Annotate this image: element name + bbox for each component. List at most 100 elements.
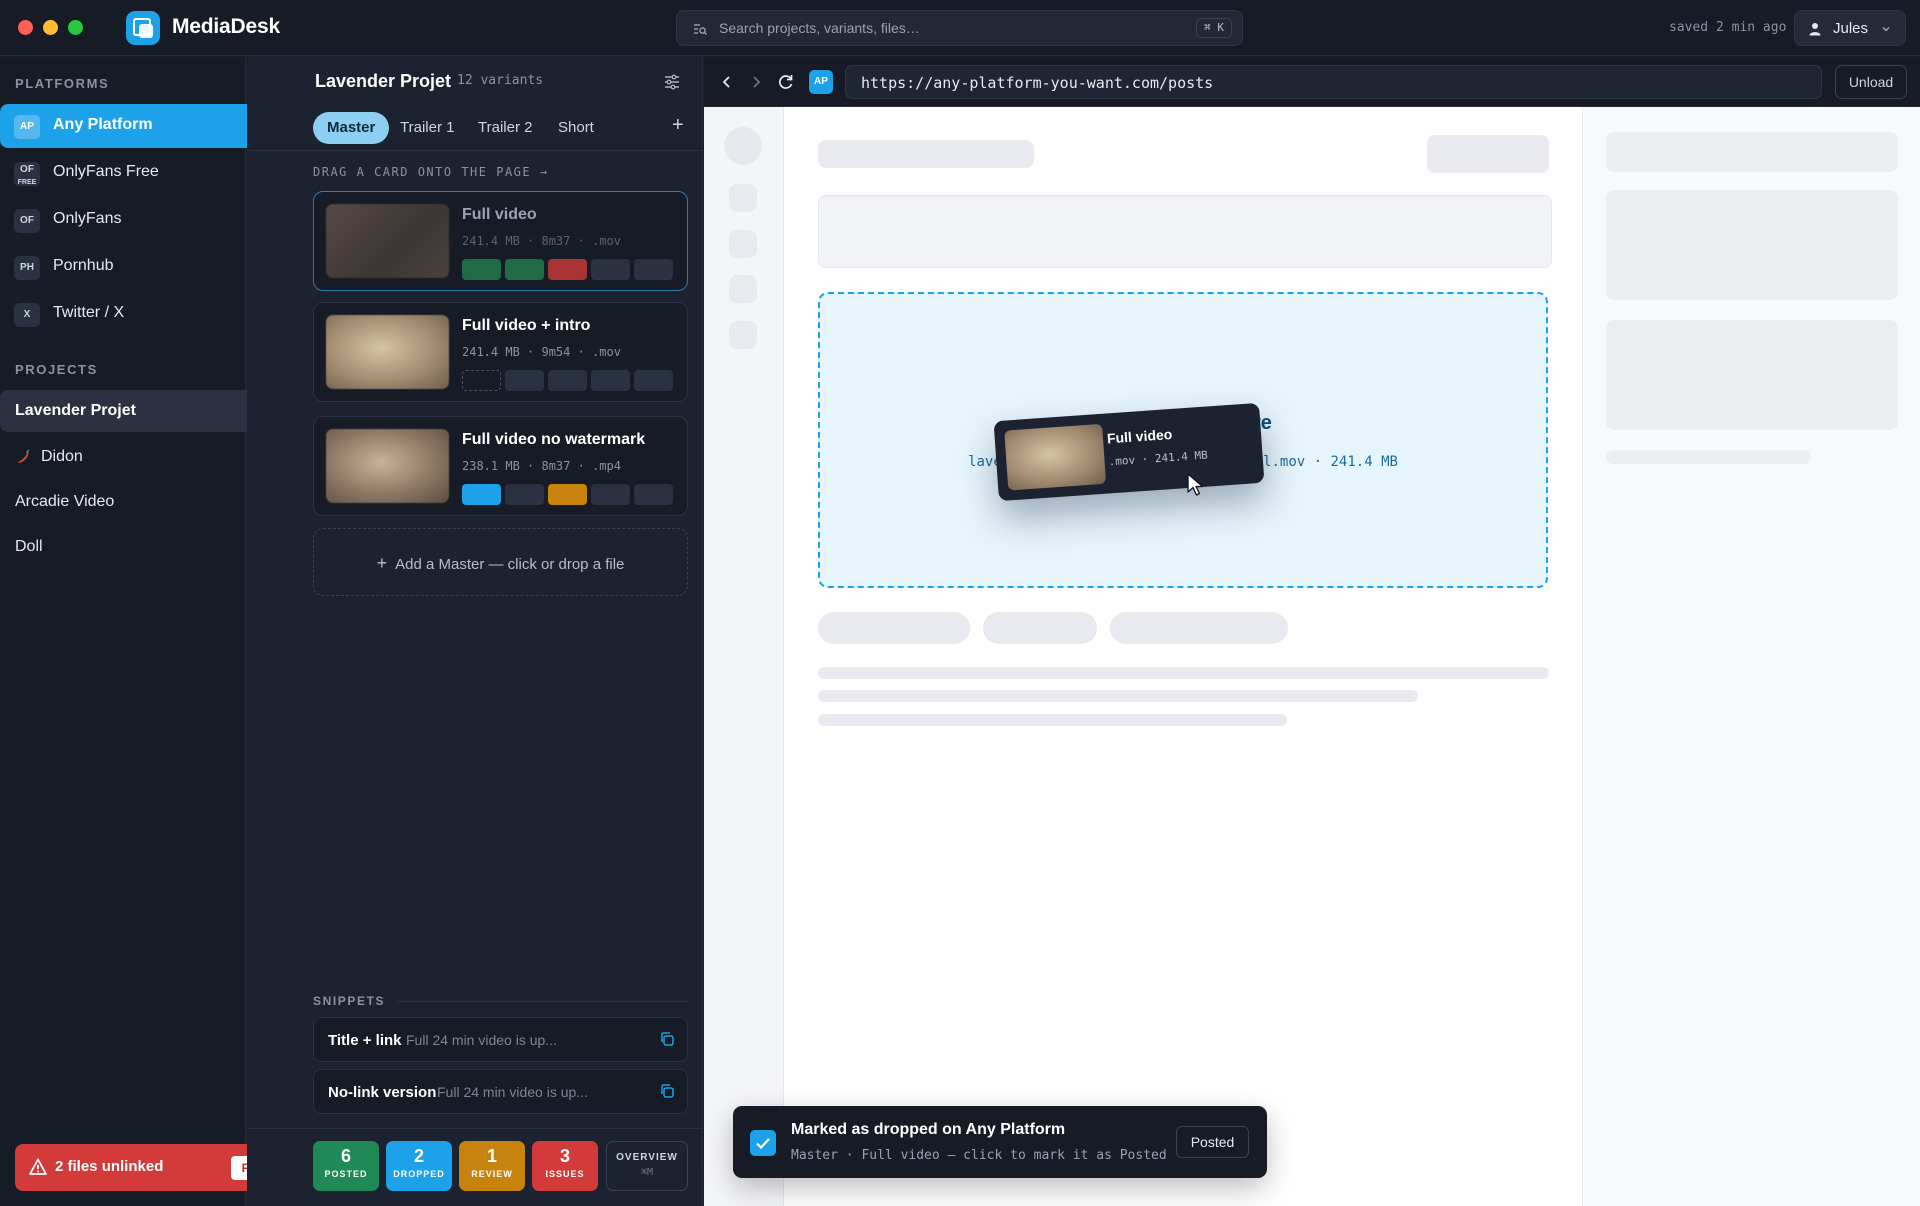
skeleton-line: [818, 690, 1418, 702]
user-menu-button[interactable]: Jules: [1794, 10, 1906, 46]
skeleton-line: [818, 667, 1549, 679]
status-chip[interactable]: [634, 259, 673, 280]
status-chip[interactable]: [462, 370, 501, 391]
search-bar[interactable]: ⌘ K: [676, 10, 1243, 46]
skeleton-block: [1606, 320, 1898, 430]
copy-icon[interactable]: [659, 1031, 675, 1047]
status-chip[interactable]: [462, 259, 501, 280]
video-thumbnail: [326, 315, 449, 389]
url-bar[interactable]: https://any-platform-you-want.com/posts: [845, 65, 1822, 99]
card-title: Full video: [462, 206, 537, 223]
tab-trailer-2[interactable]: Trailer 2: [464, 112, 546, 144]
snippet-title-link[interactable]: Title + link Full 24 min video is up...: [313, 1017, 688, 1062]
status-chip[interactable]: [548, 370, 587, 391]
maximize-window-button[interactable]: [68, 20, 83, 35]
status-chip[interactable]: [505, 370, 544, 391]
tab-short[interactable]: Short: [544, 112, 608, 144]
copy-icon[interactable]: [659, 1083, 675, 1099]
status-chip[interactable]: [462, 484, 501, 505]
variant-card-full-video-no-watermark[interactable]: Full video no watermark 238.1 MB · 8m37 …: [313, 416, 688, 516]
sidebar-item-arcadie-video[interactable]: Arcadie Video: [0, 481, 289, 523]
card-title: Full video + intro: [462, 317, 591, 334]
card-meta: 241.4 MB · 8m37 · .mov: [462, 234, 621, 248]
skeleton-avatar: [724, 127, 762, 165]
skeleton-text-field: [818, 195, 1552, 268]
status-chip[interactable]: [548, 484, 587, 505]
add-master-dropzone[interactable]: + Add a Master — click or drop a file: [313, 528, 688, 596]
stat-dropped[interactable]: 2 DROPPED: [386, 1141, 452, 1191]
app-name: MediaDesk: [172, 15, 280, 38]
sliders-icon[interactable]: [657, 67, 687, 97]
search-shortcut-badge: ⌘ K: [1196, 18, 1232, 38]
checkmark-icon: [750, 1130, 776, 1156]
stat-number: 3: [559, 1146, 570, 1166]
project-label: Lavender Projet: [15, 402, 136, 419]
skeleton-button: [1427, 135, 1549, 173]
platform-label: Pornhub: [53, 257, 114, 274]
tab-trailer-1[interactable]: Trailer 1: [386, 112, 468, 144]
project-label: Doll: [15, 538, 43, 555]
platform-badge: AP: [809, 70, 833, 94]
stat-label: DROPPED: [393, 1169, 445, 1179]
snippets-divider: [396, 1001, 688, 1002]
close-window-button[interactable]: [18, 20, 33, 35]
status-chip[interactable]: [505, 484, 544, 505]
search-input[interactable]: [719, 11, 1139, 45]
platform-label: OnlyFans Free: [53, 163, 159, 180]
card-title: Full video no watermark: [462, 431, 646, 448]
user-icon: [1809, 23, 1821, 36]
status-chip[interactable]: [548, 259, 587, 280]
skeleton-nav-icon: [729, 184, 757, 212]
tabs-divider: [247, 150, 703, 151]
mark-posted-button[interactable]: Posted: [1176, 1126, 1249, 1158]
warning-icon: [29, 1158, 47, 1175]
variant-card-full-video-intro[interactable]: Full video + intro 241.4 MB · 9m54 · .mo…: [313, 302, 688, 402]
stat-number: 2: [413, 1146, 424, 1166]
status-chip[interactable]: [505, 259, 544, 280]
drag-hint: DRAG A CARD ONTO THE PAGE →: [313, 165, 549, 179]
forward-arrow-icon[interactable]: [745, 72, 767, 92]
tab-master[interactable]: Master: [313, 112, 390, 144]
video-thumbnail: [326, 204, 449, 278]
stat-review[interactable]: 1 REVIEW: [459, 1141, 525, 1191]
overview-label: OVERVIEW: [616, 1152, 678, 1163]
unlinked-files-alert[interactable]: 2 files unlinked FIX: [15, 1144, 285, 1191]
unload-button[interactable]: Unload: [1835, 65, 1907, 99]
card-meta: 241.4 MB · 9m54 · .mov: [462, 345, 621, 359]
status-chip[interactable]: [591, 370, 630, 391]
platform-badge: PH: [14, 256, 40, 280]
sidebar-item-doll[interactable]: Doll: [0, 526, 289, 568]
sidebar-item-didon[interactable]: Didon: [0, 436, 289, 478]
url-text: https://any-platform-you-want.com/posts: [861, 74, 1214, 92]
snippet-no-link-version[interactable]: No-link version Full 24 min video is up.…: [313, 1069, 688, 1114]
user-name: Jules: [1833, 20, 1869, 37]
dragged-card-title: Full video: [1106, 425, 1173, 447]
snippets-heading: SNIPPETS: [313, 994, 386, 1008]
platform-badge: X: [14, 303, 40, 327]
variant-count: 12 variants: [457, 73, 544, 88]
skeleton-nav-icon: [729, 230, 757, 258]
skeleton-heading: [818, 140, 1034, 168]
skeleton-block: [1606, 190, 1898, 300]
reload-icon[interactable]: [775, 72, 797, 92]
overview-button[interactable]: OVERVIEW ⌘M: [606, 1141, 688, 1191]
status-chip[interactable]: [634, 370, 673, 391]
sidebar-item-lavender-projet[interactable]: Lavender Projet: [0, 390, 289, 432]
stat-issues[interactable]: 3 ISSUES: [532, 1141, 598, 1191]
stat-label: POSTED: [324, 1169, 368, 1179]
platform-badge: AP: [14, 115, 40, 139]
status-chip[interactable]: [591, 484, 630, 505]
minimize-window-button[interactable]: [43, 20, 58, 35]
video-thumbnail: [326, 429, 449, 503]
status-chip[interactable]: [634, 484, 673, 505]
stat-posted[interactable]: 6 POSTED: [313, 1141, 379, 1191]
stat-label: REVIEW: [471, 1169, 513, 1179]
stat-label: ISSUES: [545, 1169, 585, 1179]
sidebar-item-any-platform[interactable]: AP Any Platform: [0, 104, 289, 148]
stat-number: 6: [340, 1146, 351, 1166]
back-arrow-icon[interactable]: [716, 72, 738, 92]
status-chip[interactable]: [591, 259, 630, 280]
add-master-label: + Add a Master — click or drop a file: [376, 553, 625, 573]
variant-card-full-video[interactable]: Full video 241.4 MB · 8m37 · .mov: [313, 191, 688, 291]
add-variant-button[interactable]: +: [672, 114, 684, 137]
